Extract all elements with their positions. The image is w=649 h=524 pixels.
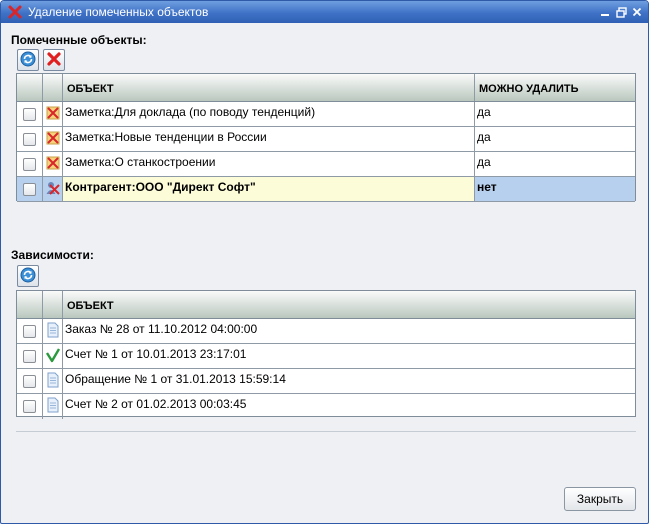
row-object: Заказ № 28 от 11.10.2012 04:00:00 [65,322,258,336]
table-row[interactable]: Заказ № 28 от 11.10.2012 04:00:00 [17,319,635,344]
refresh-dependencies-button[interactable] [17,265,39,287]
row-checkbox[interactable] [23,349,36,363]
refresh-icon [20,267,36,286]
table-header: ОБЪЕКТ [17,291,635,319]
row-checkbox[interactable] [23,182,36,196]
restore-icon[interactable] [614,5,628,19]
column-header-can-delete[interactable]: МОЖНО УДАЛИТЬ [475,74,635,101]
table-row[interactable]: Счет № 2 от 01.02.2013 00:03:45 [17,394,635,419]
minimize-icon[interactable] [598,5,612,19]
note-deleted-icon [45,155,61,174]
row-checkbox[interactable] [23,400,36,413]
row-can-delete: нет [475,177,635,201]
marked-objects-table: ОБЪЕКТ МОЖНО УДАЛИТЬ Заметка:Для доклада… [16,73,636,202]
table-row-selected[interactable]: Контрагент:ООО "Директ Софт" нет [17,177,635,202]
table-row[interactable]: Заметка:О станкостроении да [17,152,635,177]
delete-cross-icon [7,4,23,20]
column-header-object[interactable]: ОБЪЕКТ [63,291,635,318]
document-icon [46,397,60,416]
row-can-delete: да [477,155,491,169]
row-object: Счет № 2 от 01.02.2013 00:03:45 [65,397,247,411]
refresh-marked-button[interactable] [17,49,39,71]
row-object: Счет № 1 от 10.01.2013 23:17:01 [65,347,247,361]
row-object: Обращение № 1 от 31.01.2013 15:59:14 [65,372,286,386]
document-icon [46,372,60,391]
title-bar[interactable]: Удаление помеченных объектов [1,1,648,23]
table-row[interactable]: Заметка:Для доклада (по поводу тенденций… [17,102,635,127]
row-checkbox[interactable] [23,157,36,171]
row-object: Контрагент:ООО "Директ Софт" [63,177,475,201]
dialog-window: Удаление помеченных объектов Помеченные … [0,0,649,524]
delete-marked-button[interactable] [43,49,65,71]
table-row[interactable]: Обращение № 1 от 31.01.2013 15:59:14 [17,369,635,394]
contractor-deleted-icon [45,180,61,199]
window-title: Удаление помеченных объектов [28,5,209,19]
row-object: Заметка:О станкостроении [63,152,475,176]
column-header-object[interactable]: ОБЪЕКТ [63,74,475,101]
dependencies-label: Зависимости: [11,248,94,262]
note-deleted-icon [45,105,61,124]
close-icon[interactable] [630,5,644,19]
refresh-icon [20,51,36,70]
divider [16,431,636,432]
row-checkbox[interactable] [23,374,36,388]
checkmark-icon [45,347,61,366]
table-header: ОБЪЕКТ МОЖНО УДАЛИТЬ [17,74,635,102]
row-checkbox[interactable] [23,107,36,121]
delete-cross-icon [46,51,62,70]
note-deleted-icon [45,130,61,149]
document-icon [46,322,60,341]
row-object: Заметка:Новые тенденции в России [63,127,475,151]
table-row[interactable]: Заметка:Новые тенденции в России да [17,127,635,152]
dependencies-table: ОБЪЕКТ Заказ № 28 от 11.10.2012 04:00:00 [16,290,636,419]
row-object: Заметка:Для доклада (по поводу тенденций… [63,102,475,126]
close-button[interactable]: Закрыть [564,487,636,511]
dialog-content: Помеченные объекты: ОБЪЕКТ МОЖНО УДАЛИТЬ… [7,27,642,519]
table-row[interactable]: Счет № 1 от 10.01.2013 23:17:01 [17,344,635,369]
row-checkbox[interactable] [23,324,36,338]
marked-objects-label: Помеченные объекты: [11,33,147,47]
row-can-delete: да [477,105,491,119]
row-can-delete: да [477,130,491,144]
row-checkbox[interactable] [23,132,36,146]
